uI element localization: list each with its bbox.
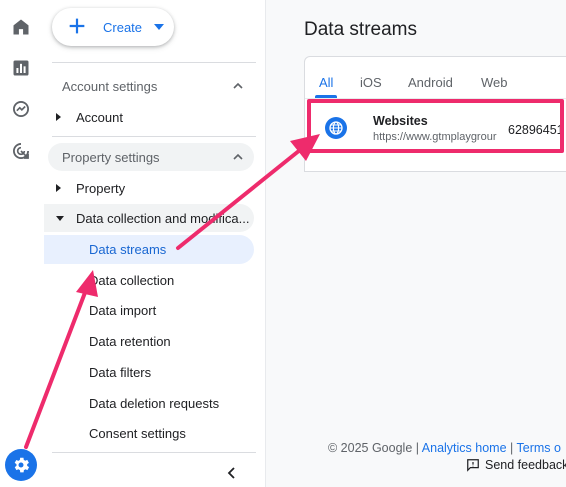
nav-divider [52, 452, 256, 453]
nav-item-label: Data collection and modifica... [76, 211, 250, 226]
nav-subitem-data-deletion-requests[interactable]: Data deletion requests [44, 389, 254, 418]
create-label: Create [103, 20, 143, 35]
caret-down-icon[interactable] [154, 24, 164, 30]
nav-subitem-label: Data import [89, 303, 157, 318]
chevron-left-icon[interactable] [224, 465, 240, 481]
collapse-arrow-icon [56, 216, 64, 221]
tab-android[interactable]: Android [408, 75, 453, 90]
nav-subitem-label: Data deletion requests [89, 396, 220, 411]
nav-subitem-label: Data filters [89, 365, 152, 380]
nav-item-data-collection-and-modification[interactable]: Data collection and modifica... [44, 204, 254, 232]
nav-divider [52, 136, 256, 137]
nav-subitem-label: Data streams [89, 242, 167, 257]
account-settings-header[interactable]: Account settings [48, 72, 254, 100]
tab-all[interactable]: All [319, 75, 333, 90]
icon-rail [0, 0, 44, 487]
nav-subitem-data-collection[interactable]: Data collection [44, 266, 254, 295]
feedback-icon [467, 459, 479, 472]
explore-icon[interactable] [10, 98, 32, 120]
nav-subitem-data-import[interactable]: Data import [44, 296, 254, 325]
chevron-up-icon [233, 153, 243, 160]
gear-icon [14, 457, 30, 473]
nav-subitem-label: Data retention [89, 334, 171, 349]
reports-icon[interactable] [10, 57, 32, 79]
nav-subitem-data-filters[interactable]: Data filters [44, 358, 254, 387]
property-settings-header[interactable]: Property settings [48, 143, 254, 171]
nav-item-label: Account [76, 110, 123, 125]
footer-separator: | [506, 441, 517, 455]
expand-arrow-icon [56, 113, 61, 121]
nav-item-label: Property [76, 181, 126, 196]
analytics-home-link[interactable]: Analytics home [422, 441, 507, 455]
tab-web[interactable]: Web [481, 75, 508, 90]
copyright-text: © 2025 Google | [328, 441, 422, 455]
admin-settings-button[interactable] [5, 449, 37, 481]
nav-item-account[interactable]: Account [44, 103, 254, 131]
create-button[interactable]: Create [52, 8, 174, 46]
terms-link[interactable]: Terms o [517, 441, 561, 455]
nav-divider [52, 62, 256, 63]
nav-subitem-label: Consent settings [89, 426, 186, 441]
page-title: Data streams [304, 19, 417, 40]
highlight-box [307, 99, 564, 153]
admin-nav: Create Account settings Account Property… [44, 0, 266, 487]
main-content: Data streams All iOS Android Web Website… [266, 0, 566, 487]
nav-subitem-data-retention[interactable]: Data retention [44, 327, 254, 356]
send-feedback-button[interactable]: Send feedback [466, 458, 566, 472]
nav-subitem-label: Data collection [89, 273, 175, 288]
nav-item-property[interactable]: Property [44, 174, 254, 202]
tab-ios[interactable]: iOS [360, 75, 382, 90]
plus-icon [69, 18, 85, 34]
advertising-icon[interactable] [10, 140, 32, 162]
section-label: Property settings [62, 150, 160, 165]
chevron-up-icon [233, 82, 243, 89]
send-feedback-label: Send feedback [485, 458, 566, 472]
nav-subitem-data-streams[interactable]: Data streams [44, 235, 254, 264]
expand-arrow-icon [56, 184, 61, 192]
nav-subitem-consent-settings[interactable]: Consent settings [44, 419, 254, 448]
section-label: Account settings [62, 79, 158, 94]
home-icon[interactable] [10, 16, 32, 38]
footer: © 2025 Google | Analytics home | Terms o [328, 441, 561, 455]
